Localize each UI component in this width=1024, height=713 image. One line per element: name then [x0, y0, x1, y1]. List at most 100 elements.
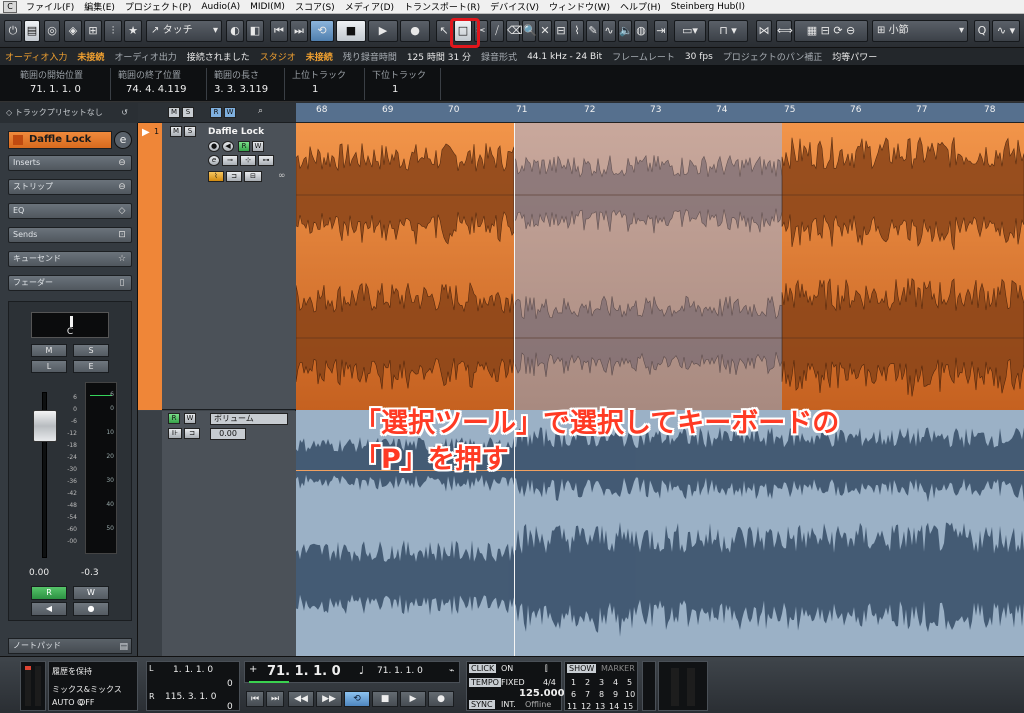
auto-q-value[interactable]: OFF: [79, 698, 95, 707]
upper-track[interactable]: 上位トラック 1: [292, 68, 354, 98]
menu-steinberg-hub[interactable]: Steinberg Hub(I): [666, 2, 750, 12]
edit-channel-icon[interactable]: e: [208, 155, 220, 166]
pool-icon[interactable]: ⊞: [84, 20, 102, 42]
range-start[interactable]: 範囲の開始位置 71. 1. 1. 0: [20, 68, 83, 98]
section-fader[interactable]: フェーダー ▯: [8, 275, 132, 291]
lock-icon[interactable]: ⌇: [208, 171, 224, 182]
left-locator-icon[interactable]: L: [149, 664, 153, 673]
global-read-button[interactable]: R: [210, 107, 222, 118]
upper-track-value[interactable]: 1: [292, 82, 354, 98]
bypass-icon[interactable]: ⊖: [116, 181, 128, 193]
time-format-icon[interactable]: ⌁: [449, 666, 454, 676]
project-cursor[interactable]: [514, 123, 515, 656]
audio-event-daffle-lock[interactable]: [296, 123, 1024, 410]
record-icon[interactable]: ●: [400, 20, 430, 42]
quantize-icon[interactable]: Q: [974, 20, 990, 42]
global-solo-button[interactable]: S: [182, 107, 194, 118]
show-markers-toggle[interactable]: SHOW: [567, 664, 597, 673]
mute-tool-icon[interactable]: ✕: [538, 20, 552, 42]
constrain-delay-icon[interactable]: ◎: [44, 20, 60, 42]
marker-button[interactable]: 5: [627, 678, 632, 687]
menu-devices[interactable]: デバイス(V): [485, 0, 544, 13]
automation-value[interactable]: 0.00: [210, 428, 246, 440]
time-signature[interactable]: 4/4: [543, 678, 556, 687]
ruler[interactable]: 68 69 70 71 72 73 74 75 76 77 78: [296, 103, 1024, 123]
menu-transport[interactable]: トランスポート(R): [399, 0, 485, 13]
link-icon[interactable]: ∞: [278, 171, 286, 181]
marker-button[interactable]: 13: [595, 702, 605, 711]
marker-button[interactable]: 15: [623, 702, 633, 711]
marker-button[interactable]: 12: [581, 702, 591, 711]
range-end-value[interactable]: 74. 4. 4.119: [118, 82, 186, 98]
bypass-icon[interactable]: ⊖: [116, 157, 128, 169]
transport-rewind-icon[interactable]: ◀◀: [288, 691, 314, 707]
snap-type-select[interactable]: ▭▾: [674, 20, 706, 42]
transport-record-icon[interactable]: ●: [428, 691, 454, 707]
go-to-end-icon[interactable]: ⏭: [290, 20, 308, 42]
click-toggle[interactable]: CLICK: [469, 664, 497, 673]
cue-star-icon[interactable]: ☆: [116, 253, 128, 265]
transport-start-icon[interactable]: ⏮: [246, 691, 264, 707]
cycle-icon[interactable]: ⟲: [310, 20, 334, 42]
marker-button[interactable]: 11: [567, 702, 577, 711]
draw-tool-icon[interactable]: ✎: [586, 20, 600, 42]
primary-time-display[interactable]: 71. 1. 1. 0: [267, 664, 341, 679]
mute-button[interactable]: M: [31, 344, 67, 357]
auto-read-button[interactable]: R: [168, 413, 180, 424]
erase-tool-icon[interactable]: ⌫: [506, 20, 523, 42]
play-tool-icon[interactable]: 🔈: [618, 20, 633, 42]
track-solo-button[interactable]: S: [184, 126, 196, 137]
track-read-button[interactable]: R: [238, 141, 250, 152]
stop-icon[interactable]: ■: [336, 20, 366, 42]
snap-to-zero-icon[interactable]: ⊓ ▾: [708, 20, 748, 42]
read-automation-icon[interactable]: ◐: [226, 20, 244, 42]
menu-edit[interactable]: 編集(E): [79, 0, 120, 13]
section-inserts[interactable]: Inserts ⊖: [8, 155, 132, 171]
freeze-icon[interactable]: ⊶: [258, 155, 274, 166]
range-end[interactable]: 範囲の終了位置 74. 4. 4.119: [118, 68, 186, 98]
search-icon[interactable]: ⌕: [258, 106, 263, 116]
go-to-start-icon[interactable]: ⏮: [270, 20, 288, 42]
arrangement-area[interactable]: [296, 123, 1024, 656]
menu-file[interactable]: ファイル(F): [21, 0, 79, 13]
left-locator-value[interactable]: 1. 1. 1. 0: [173, 665, 213, 675]
meter-value[interactable]: -0.3: [81, 568, 99, 578]
record-enable-button[interactable]: ●: [73, 602, 109, 616]
reset-icon[interactable]: ↺: [121, 103, 128, 123]
position-slider[interactable]: [249, 681, 289, 683]
transport-end-icon[interactable]: ⏭: [266, 691, 284, 707]
track-daffle-lock[interactable]: ▶ 1 M S Daffle Lock ● ◀ R W e ⊸ ⊹ ⊶ ⌇ ⊐ …: [138, 123, 296, 410]
marker-button[interactable]: 2: [585, 678, 590, 687]
color-tool-icon[interactable]: ◍: [634, 20, 648, 42]
automation-mute-icon[interactable]: ⊪: [168, 428, 182, 439]
section-cue-sends[interactable]: キューセンド ☆: [8, 251, 132, 267]
write-automation-icon[interactable]: ◧: [246, 20, 264, 42]
track-name[interactable]: Daffle Lock: [208, 127, 264, 137]
marker-button[interactable]: 9: [613, 690, 618, 699]
transport-cycle-icon[interactable]: ⟲: [344, 691, 370, 707]
add-icon[interactable]: +: [249, 664, 257, 675]
favorites-star-icon[interactable]: ★: [124, 20, 142, 42]
tempo-value[interactable]: 125.000: [519, 688, 565, 699]
menu-score[interactable]: スコア(S): [290, 0, 340, 13]
marker-button[interactable]: 1: [571, 678, 576, 687]
pan-control[interactable]: C: [31, 312, 109, 338]
menu-audio[interactable]: Audio(A): [196, 2, 245, 12]
marker-button[interactable]: 4: [613, 678, 618, 687]
marker-button[interactable]: 3: [599, 678, 604, 687]
eq-bypass-icon[interactable]: ◇: [116, 205, 128, 217]
marker-button[interactable]: 6: [571, 690, 576, 699]
metronome-icon[interactable]: ⫿: [545, 664, 548, 674]
inspector-track-name[interactable]: Daffle Lock: [8, 131, 112, 149]
marker-button[interactable]: 7: [585, 690, 590, 699]
global-write-button[interactable]: W: [224, 107, 236, 118]
menu-midi[interactable]: MIDI(M): [245, 2, 290, 12]
media-bay-icon[interactable]: ◈: [64, 20, 82, 42]
secondary-time-display[interactable]: 71. 1. 1. 0: [377, 666, 423, 676]
marker-button[interactable]: 10: [625, 690, 635, 699]
track-preset-selector[interactable]: ◇ トラックプリセットなし ↺: [0, 103, 138, 123]
show-lanes-icon[interactable]: ⊐: [226, 171, 242, 182]
monitor-icon[interactable]: ◀: [222, 141, 234, 152]
quantize-type-icon[interactable]: ∿ ▾: [992, 20, 1020, 42]
inspector-toggle-icon[interactable]: ▤: [24, 20, 40, 42]
